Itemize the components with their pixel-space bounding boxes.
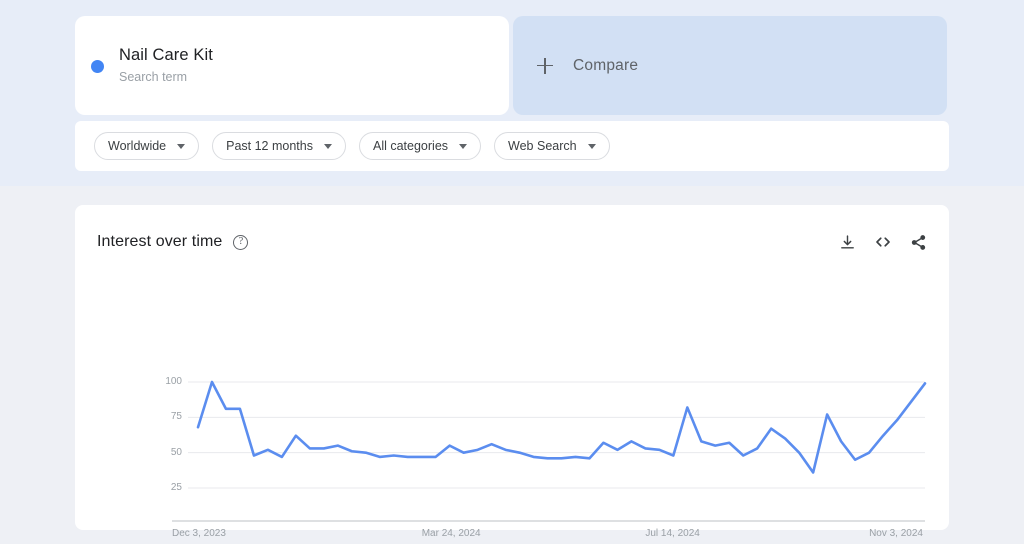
chevron-down-icon xyxy=(323,143,332,149)
filter-chip-category[interactable]: All categories xyxy=(358,132,482,160)
chevron-down-icon xyxy=(587,143,596,149)
y-axis-tick-label: 100 xyxy=(165,376,182,387)
filter-bar: Worldwide Past 12 months All categories … xyxy=(75,121,949,171)
search-term-title: Nail Care Kit xyxy=(119,46,213,64)
embed-code-icon[interactable] xyxy=(874,233,892,251)
chart-plot-area[interactable]: 100 75 50 25 Dec 3, 2023 Mar 24, 2024 Jul 14, … xyxy=(75,265,949,539)
search-term-texts: Nail Care Kit Search term xyxy=(119,45,213,86)
search-term-card[interactable]: Nail Care Kit Search term xyxy=(75,16,509,115)
filter-chip-search-type-label: Web Search xyxy=(508,139,577,153)
x-axis-tick-label: Dec 3, 2023 xyxy=(172,528,226,539)
y-axis-tick-label: 75 xyxy=(170,411,182,423)
chart-title: Interest over time xyxy=(97,233,223,250)
x-axis-tick-label: Mar 24, 2024 xyxy=(421,528,481,539)
filter-chip-location[interactable]: Worldwide xyxy=(94,132,200,160)
filter-chip-time-range-label: Past 12 months xyxy=(226,139,313,153)
filter-chip-category-label: All categories xyxy=(372,139,449,153)
filter-chip-search-type[interactable]: Web Search xyxy=(494,132,610,160)
series-color-dot xyxy=(91,60,104,73)
help-circle-icon[interactable]: ? xyxy=(233,234,249,250)
search-term-subtitle: Search term xyxy=(119,70,188,84)
chart-header: Interest over time ? xyxy=(97,227,927,257)
compare-label: Compare xyxy=(573,56,639,74)
interest-over-time-card: Interest over time ? 100 75 50 25 Dec 3, 202… xyxy=(75,205,949,539)
search-terms-row: Nail Care Kit Search term Compare xyxy=(75,16,949,115)
filter-chip-time-range[interactable]: Past 12 months xyxy=(212,132,346,160)
y-axis-tick-label: 25 xyxy=(170,482,182,493)
x-axis-tick-label: Nov 3, 2024 xyxy=(869,528,923,539)
chevron-down-icon xyxy=(459,143,468,149)
y-axis-tick-label: 50 xyxy=(170,446,182,458)
chevron-down-icon xyxy=(177,143,186,149)
chart-actions xyxy=(839,233,927,251)
filter-chip-location-label: Worldwide xyxy=(108,139,167,153)
share-icon[interactable] xyxy=(910,234,927,251)
download-icon[interactable] xyxy=(839,234,856,251)
x-axis-tick-label: Jul 14, 2024 xyxy=(645,528,700,539)
interest-line-chart xyxy=(172,380,927,522)
compare-button[interactable]: Compare xyxy=(513,16,947,115)
plus-icon xyxy=(537,57,553,74)
